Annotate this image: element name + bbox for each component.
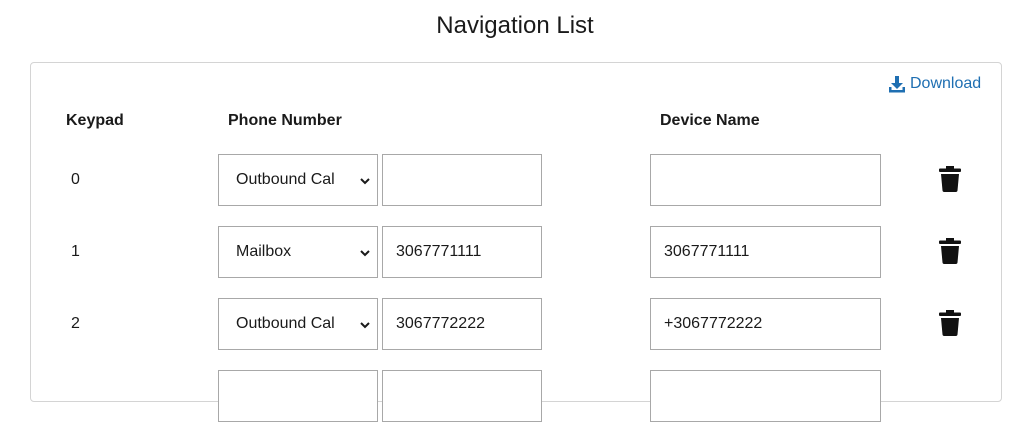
page-title: Navigation List bbox=[436, 12, 594, 39]
destination-type-value: Outbound Cal bbox=[236, 171, 335, 188]
download-link[interactable]: Download bbox=[888, 75, 981, 93]
chevron-down-icon bbox=[359, 246, 371, 264]
keypad-value: 0 bbox=[71, 171, 80, 188]
destination-type-value: Mailbox bbox=[236, 243, 292, 260]
table-row: 0 Outbound Cal bbox=[0, 154, 1030, 206]
keypad-value: 2 bbox=[71, 315, 80, 332]
destination-type-select[interactable]: Outbound Cal bbox=[218, 154, 378, 206]
download-label: Download bbox=[910, 75, 982, 92]
destination-type-value: Outbound Cal bbox=[236, 315, 335, 332]
phone-number-input[interactable]: 3067772222 bbox=[382, 298, 542, 350]
device-name-input[interactable]: +3067772222 bbox=[650, 298, 881, 350]
header-device-name: Device Name bbox=[660, 112, 760, 129]
chevron-down-icon bbox=[359, 174, 371, 192]
device-name-input[interactable] bbox=[650, 370, 881, 422]
trash-icon[interactable] bbox=[939, 166, 961, 192]
download-icon bbox=[888, 75, 906, 93]
table-row: 1 Mailbox 3067771111 3067771111 bbox=[0, 226, 1030, 278]
device-name-input[interactable] bbox=[650, 154, 881, 206]
destination-type-select[interactable]: Mailbox bbox=[218, 226, 378, 278]
table-row: 2 Outbound Cal 3067772222 +3067772222 bbox=[0, 298, 1030, 350]
phone-number-input[interactable] bbox=[382, 370, 542, 422]
chevron-down-icon bbox=[359, 318, 371, 336]
destination-type-select[interactable]: Outbound Cal bbox=[218, 298, 378, 350]
trash-icon[interactable] bbox=[939, 310, 961, 336]
phone-number-input[interactable]: 3067771111 bbox=[382, 226, 542, 278]
header-phone-number: Phone Number bbox=[228, 112, 342, 129]
keypad-value: 1 bbox=[71, 243, 80, 260]
table-row bbox=[0, 370, 1030, 422]
destination-type-select[interactable] bbox=[218, 370, 378, 422]
device-name-input[interactable]: 3067771111 bbox=[650, 226, 881, 278]
phone-number-input[interactable] bbox=[382, 154, 542, 206]
trash-icon[interactable] bbox=[939, 238, 961, 264]
header-keypad: Keypad bbox=[66, 112, 124, 129]
